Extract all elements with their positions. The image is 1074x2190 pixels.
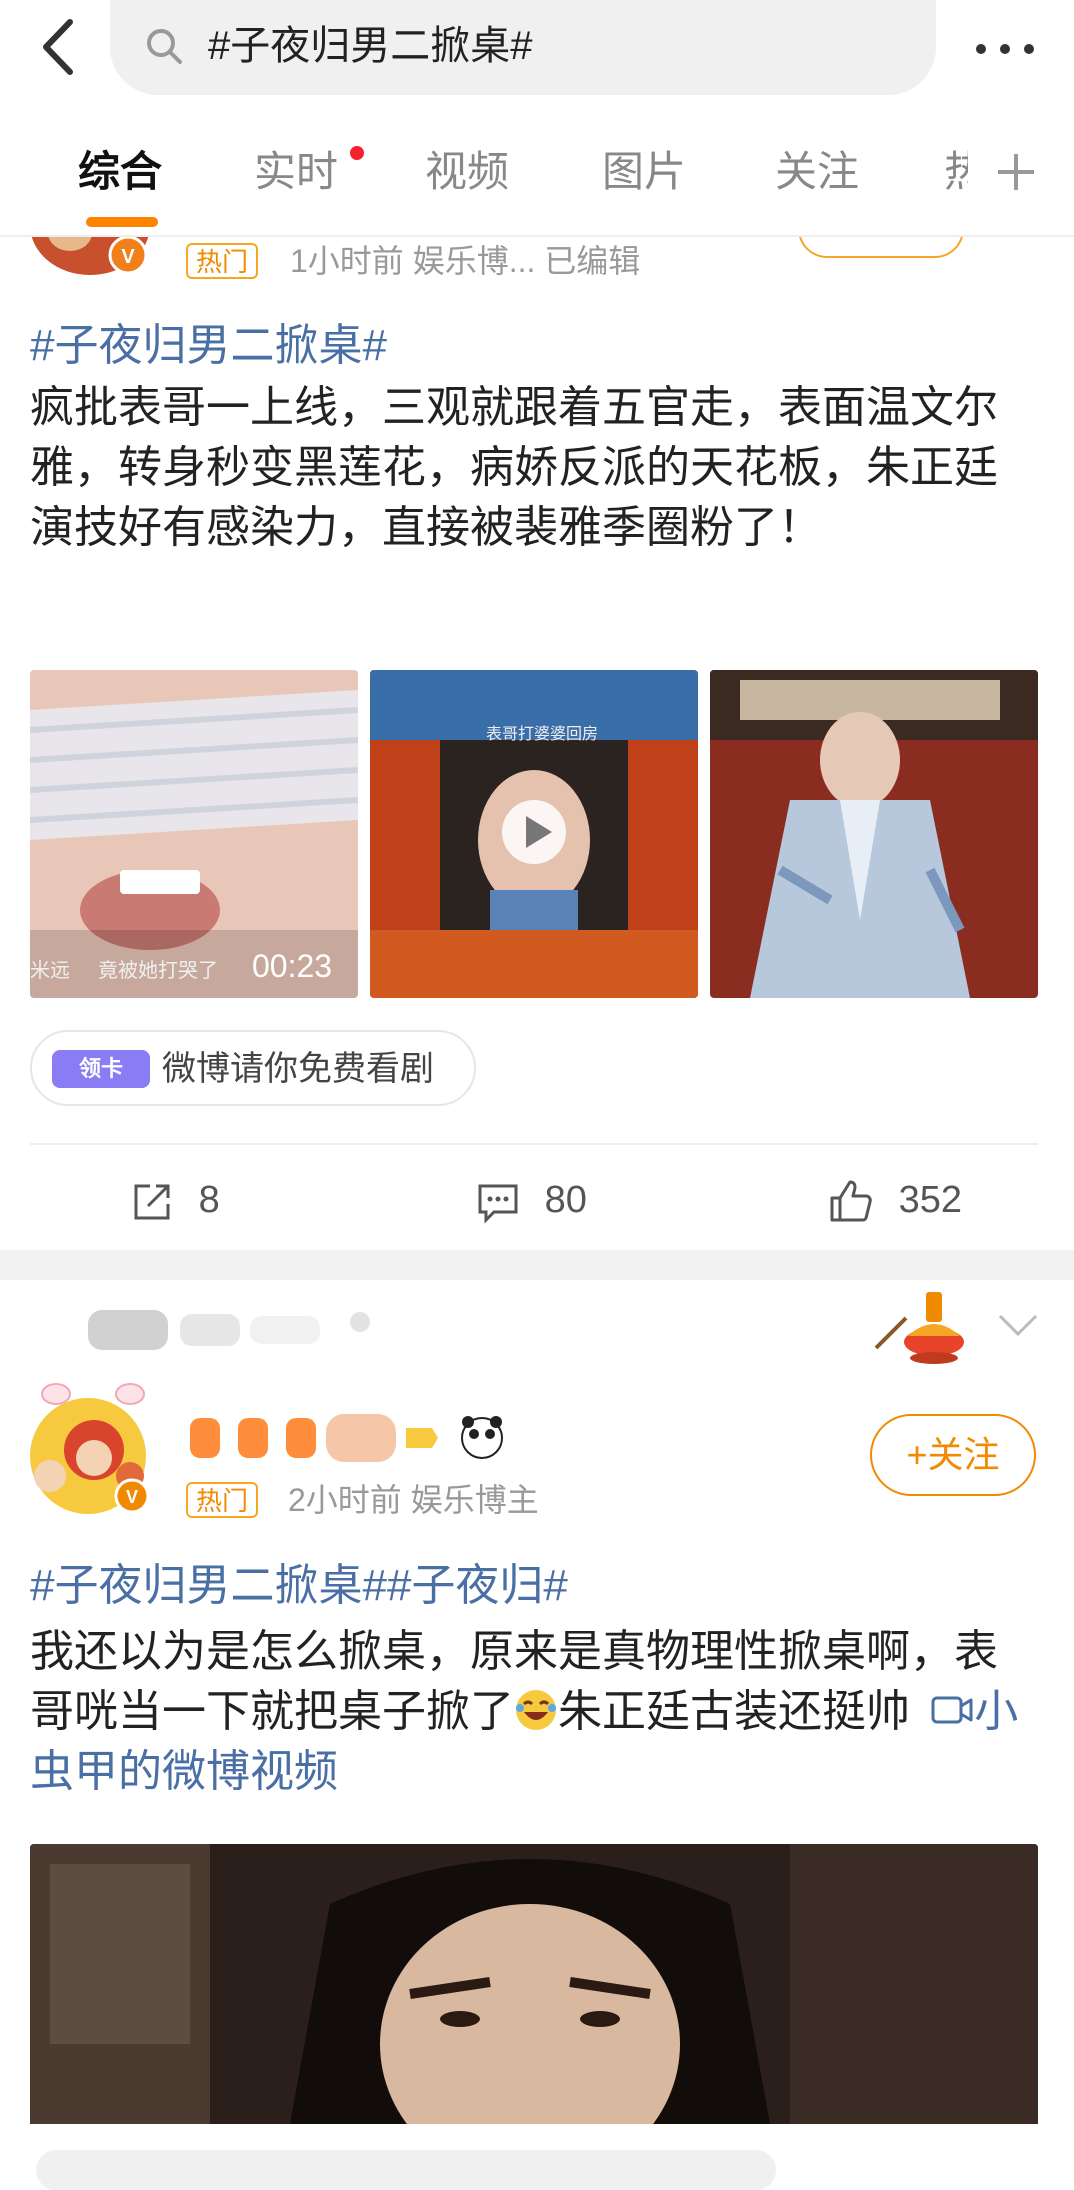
caption: 竟被她打哭了 bbox=[98, 960, 218, 982]
video-thumbnail[interactable] bbox=[30, 1844, 1038, 2124]
video-duration: 00:23 bbox=[252, 948, 333, 984]
comment-count: 80 bbox=[544, 1179, 587, 1221]
tab-realtime[interactable]: 实时 bbox=[254, 142, 338, 202]
search-bar[interactable]: #子夜归男二掀桌# bbox=[110, 0, 936, 95]
laughing-emoji-icon bbox=[514, 1688, 558, 1732]
divider bbox=[30, 1143, 1038, 1145]
follow-button[interactable]: +关注 bbox=[870, 1414, 1036, 1496]
hot-badge: 热门 bbox=[186, 1482, 259, 1518]
search-query[interactable]: #子夜归男二掀桌# bbox=[208, 20, 533, 72]
tab-pictures[interactable]: 图片 bbox=[602, 142, 686, 202]
post-text: 我还以为是怎么掀桌，原来是真物理性掀桌啊，表哥咣当一下就把桌子掀了 朱正廷古装还挺… bbox=[30, 1622, 1030, 1802]
post-meta: 1小时前 娱乐博... 已编辑 bbox=[290, 243, 641, 279]
post-actions: 8 80 352 bbox=[0, 1160, 1074, 1240]
hashtag-link[interactable]: #子夜归男二掀桌##子夜归# bbox=[30, 1561, 568, 1610]
comment-input-area[interactable] bbox=[36, 2150, 776, 2190]
tab-video[interactable]: 视频 bbox=[425, 142, 509, 202]
caption: 表哥打婆婆回房 bbox=[486, 726, 599, 743]
top-header: #子夜归男二掀桌# 综合 实时 视频 图片 关注 热门 bbox=[0, 0, 1074, 237]
post-text-part2: 朱正廷古装还挺帅 bbox=[558, 1687, 910, 1736]
like-button[interactable]: 352 bbox=[826, 1160, 962, 1240]
avatar[interactable]: V bbox=[22, 1380, 162, 1520]
play-icon[interactable] bbox=[502, 800, 566, 864]
post-hashtag[interactable]: #子夜归男二掀桌# bbox=[30, 316, 570, 376]
svg-text:V: V bbox=[126, 1487, 138, 1507]
hot-badge: 热门 bbox=[186, 243, 259, 279]
more-options-icon[interactable] bbox=[966, 20, 1046, 76]
chevron-down-icon[interactable] bbox=[996, 1310, 1040, 1340]
post-meta: 2小时前 娱乐博主 bbox=[288, 1482, 539, 1518]
tab-hot[interactable]: 热门 bbox=[944, 142, 968, 202]
blurred-username[interactable] bbox=[186, 1408, 506, 1468]
video-camera-icon bbox=[930, 1688, 974, 1732]
add-tab-icon[interactable] bbox=[994, 150, 1038, 194]
tab-comprehensive[interactable]: 综合 bbox=[78, 142, 162, 202]
tab-following[interactable]: 关注 bbox=[775, 142, 859, 202]
coupon-text: 微博请你免费看剧 bbox=[162, 1050, 434, 1088]
back-arrow-icon[interactable] bbox=[30, 14, 90, 80]
bottom-bar bbox=[0, 2124, 1074, 2190]
comment-button[interactable]: 80 bbox=[476, 1160, 587, 1240]
active-tab-indicator bbox=[86, 217, 158, 227]
notification-dot bbox=[350, 146, 364, 160]
coupon-badge: 领卡 bbox=[52, 1050, 150, 1088]
caption: 米远 bbox=[30, 960, 70, 982]
like-count: 352 bbox=[898, 1179, 962, 1221]
hotpot-sticker-icon bbox=[872, 1278, 968, 1368]
video-thumbnail[interactable]: 表哥打婆婆回房 bbox=[370, 670, 698, 998]
search-icon bbox=[144, 26, 184, 66]
free-drama-coupon[interactable]: 领卡 微博请你免费看剧 bbox=[30, 1030, 476, 1106]
svg-text:V: V bbox=[121, 246, 135, 268]
hashtag-link[interactable]: #子夜归男二掀桌# bbox=[30, 321, 387, 370]
feed-separator bbox=[0, 1250, 1074, 1280]
post-hashtags[interactable]: #子夜归男二掀桌##子夜归# bbox=[30, 1556, 730, 1616]
post-text: 疯批表哥一上线，三观就跟着五官走，表面温文尔雅，转身秒变黑莲花，病娇反派的天花板… bbox=[30, 383, 998, 552]
video-thumbnail[interactable]: 米远 竟被她打哭了 00:23 bbox=[30, 670, 358, 998]
image-thumbnail[interactable] bbox=[710, 670, 1038, 998]
blurred-header-text bbox=[40, 1302, 380, 1358]
repost-count: 8 bbox=[198, 1179, 220, 1221]
repost-button[interactable]: 8 bbox=[130, 1160, 220, 1240]
